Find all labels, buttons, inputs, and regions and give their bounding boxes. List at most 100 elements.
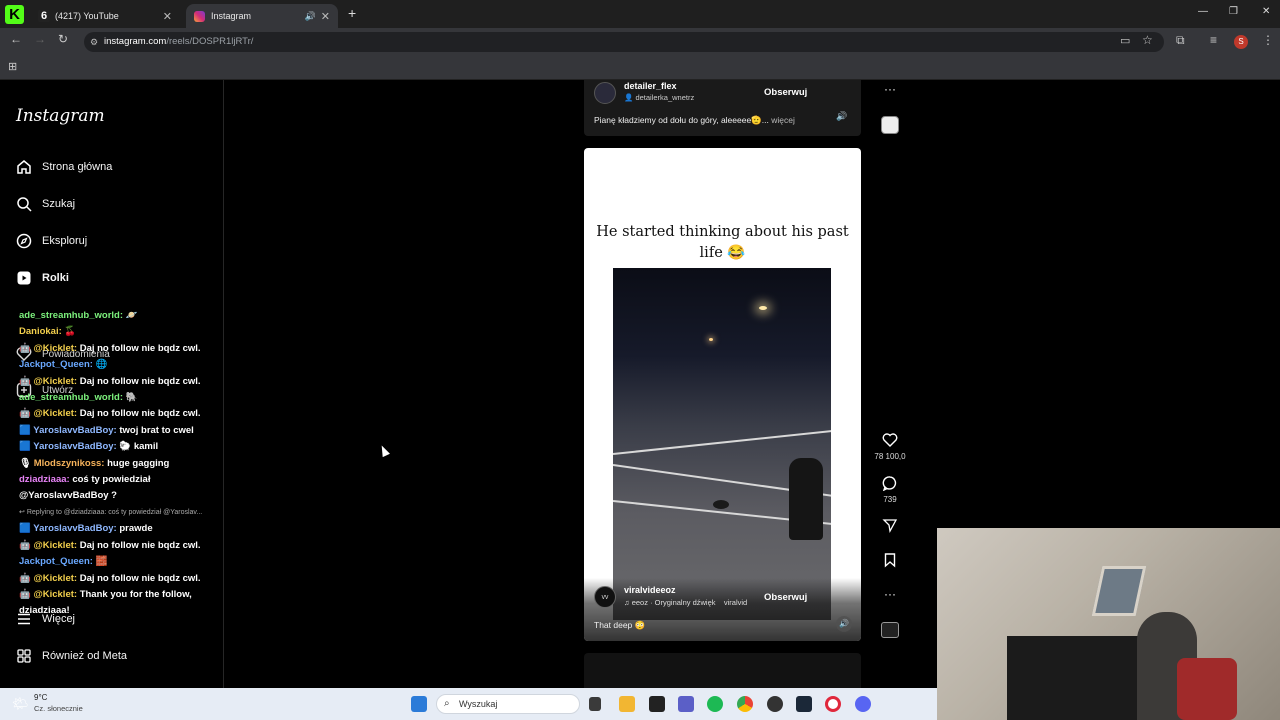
share-send-icon[interactable] <box>880 517 900 538</box>
chat-message: 🟦 YaroslavvBadBoy: twoj brat to cwel <box>19 424 194 436</box>
reel-username[interactable]: viralvideeoz <box>624 585 676 595</box>
volume-icon[interactable]: 🔊 <box>836 616 852 632</box>
reload-icon[interactable]: ↻ <box>58 32 68 46</box>
new-tab-button[interactable]: + <box>348 5 356 21</box>
sidebar-item-label: Również od Meta <box>42 650 127 662</box>
audio-thumb-icon[interactable] <box>880 116 900 134</box>
tab-youtube[interactable]: 6 (4217) YouTube ✕ <box>30 4 180 28</box>
sidebar-item-label: Eksploruj <box>42 235 88 247</box>
sidebar-item-label: Rolki <box>42 272 69 284</box>
like-heart-icon[interactable] <box>880 432 900 453</box>
spotify-icon[interactable] <box>707 696 723 712</box>
avatar[interactable]: VV <box>594 586 616 608</box>
close-window-icon[interactable]: ✕ <box>1262 6 1270 17</box>
minimize-icon[interactable]: — <box>1198 6 1208 17</box>
maximize-icon[interactable]: ❐ <box>1229 6 1238 17</box>
follow-button[interactable]: Obserwuj <box>764 87 807 98</box>
kick-logo-icon: K <box>5 5 24 24</box>
tab-label: (4217) YouTube <box>55 11 119 21</box>
close-tab-icon[interactable]: ✕ <box>321 10 330 23</box>
chat-message: 🟦 YaroslavvBadBoy: 🐑 kamil <box>19 441 159 453</box>
chat-message: 🤖 @Kicklet: Daj no follow nie bqdz cwl. <box>19 408 201 420</box>
kebab-menu-icon[interactable]: ⋮ <box>1262 33 1274 47</box>
reel-audio[interactable]: ♫ eeoz · Oryginalny dźwięk viralvid <box>624 598 747 607</box>
chat-message: Jackpot_Queen: 🧱 <box>19 556 108 568</box>
cast-icon[interactable]: ▭ <box>1120 34 1130 47</box>
media-icon[interactable]: ≡ <box>1210 33 1217 47</box>
site-info-icon[interactable]: ⚙ <box>90 32 98 52</box>
weather-desc[interactable]: Cz. słonecznie <box>34 704 83 713</box>
profile-avatar[interactable]: S <box>1234 35 1248 49</box>
chat-message: dziadziaaa: coś ty powiedział @Yaroslavv… <box>19 474 151 502</box>
sidebar-item-explore[interactable]: Eksploruj <box>16 233 87 249</box>
more-options-icon[interactable]: ··· <box>880 587 900 601</box>
reel-video[interactable] <box>613 268 831 620</box>
meta-icon <box>16 648 32 664</box>
discord-icon[interactable] <box>855 696 871 712</box>
chat-message: 🟦 YaroslavvBadBoy: prawde <box>19 523 153 535</box>
parking-line <box>613 428 831 455</box>
sidebar-item-label: Szukaj <box>42 198 76 210</box>
sidebar-item-search[interactable]: Szukaj <box>16 196 75 212</box>
weather-icon[interactable]: 🌤 <box>12 696 29 712</box>
street-light <box>759 306 767 310</box>
webcam-overlay <box>937 528 1280 720</box>
task-view-icon[interactable] <box>589 697 601 711</box>
browser-tab-bar: K 6 (4217) YouTube ✕ Instagram 🔊 ✕ + — ❐… <box>0 0 1280 28</box>
reel-card-previous[interactable]: detailer_flex 👤 detailerka_wnetrz Obserw… <box>584 80 861 136</box>
speaker-icon[interactable]: 🔊 <box>305 11 316 22</box>
forward-icon[interactable]: → <box>34 32 46 46</box>
epic-games-icon[interactable] <box>649 696 665 712</box>
comment-icon[interactable] <box>880 475 900 496</box>
audio-thumb-icon[interactable] <box>880 622 900 640</box>
sidebar-item-reels[interactable]: Rolki <box>16 270 69 286</box>
person-sitting <box>789 458 823 540</box>
app-icon[interactable] <box>767 696 783 712</box>
reels-icon <box>16 270 32 286</box>
chat-message: 🎙 Mlodszynikoss: huge gagging <box>19 457 170 469</box>
close-tab-icon[interactable]: ✕ <box>163 10 172 23</box>
chair-shape <box>1177 658 1237 720</box>
reel-username[interactable]: detailer_flex <box>624 81 677 91</box>
reel-card-next[interactable] <box>584 653 861 688</box>
follow-button[interactable]: Obserwuj <box>764 592 807 603</box>
chat-message: Jackpot_Queen: 🌐 <box>19 359 108 371</box>
windows-start-icon[interactable] <box>411 696 427 712</box>
weather-temp[interactable]: 9°C <box>34 693 47 702</box>
steam-icon[interactable] <box>796 696 812 712</box>
bookmark-star-icon[interactable]: ☆ <box>1142 33 1153 47</box>
file-explorer-icon[interactable] <box>619 696 635 712</box>
sidebar-item-home[interactable]: Strona główna <box>16 159 112 175</box>
taskbar-search[interactable]: ⌕ Wyszukaj <box>436 694 580 714</box>
street-light <box>709 338 713 341</box>
extensions-icon[interactable]: ⧉ <box>1176 33 1185 48</box>
sneaker <box>713 500 729 509</box>
back-icon[interactable]: ← <box>10 32 22 46</box>
tab-instagram[interactable]: Instagram 🔊 ✕ <box>186 4 338 28</box>
reel-card-current[interactable]: He started thinking about his past life … <box>584 148 861 641</box>
sidebar-item-meta[interactable]: Również od Meta <box>16 648 127 664</box>
chat-message: 🤖 @Kicklet: Thank you for the follow, dz… <box>19 588 192 617</box>
reel-text: That deep 😳 <box>594 620 646 630</box>
search-icon: ⌕ <box>444 698 450 709</box>
apps-grid-icon[interactable]: ⊞ <box>8 60 17 73</box>
chrome-icon[interactable] <box>737 696 753 712</box>
volume-icon[interactable]: 🔊 <box>836 111 847 122</box>
instagram-logo[interactable]: Instagram <box>16 106 105 126</box>
opera-icon[interactable] <box>825 696 841 712</box>
save-bookmark-icon[interactable] <box>880 552 900 573</box>
avatar[interactable] <box>594 82 616 104</box>
chat-message: 🤖 @Kicklet: Daj no follow nie bqdz cwl. <box>19 539 201 551</box>
reel-subtitle: 👤 detailerka_wnetrz <box>624 93 695 102</box>
url-field[interactable]: ⚙ instagram.com/reels/DOSPR1ljRTr/ <box>84 32 1164 52</box>
sidebar-item-label: Strona główna <box>42 161 113 173</box>
youtube-tab-icon: 6 <box>38 10 50 22</box>
address-bar-row: ← → ↻ ⚙ instagram.com/reels/DOSPR1ljRTr/… <box>0 28 1280 56</box>
instagram-tab-icon <box>194 10 205 22</box>
mouse-cursor-icon <box>378 443 390 458</box>
chat-message: ade_streamhub_world: 🪐 <box>19 310 138 321</box>
more-options-icon[interactable]: ··· <box>880 82 900 96</box>
teams-icon[interactable] <box>678 696 694 712</box>
url-domain: instagram.com <box>104 36 167 47</box>
chat-message: Daniokai: 🍒 <box>19 326 77 338</box>
